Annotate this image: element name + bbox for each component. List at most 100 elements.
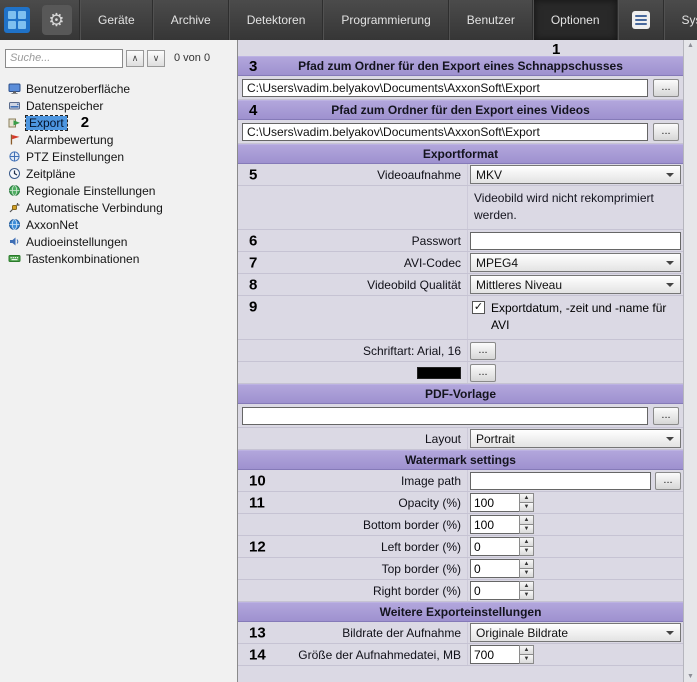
- top-menu-bar: ⚙ Geräte Archive Detektoren Programmieru…: [0, 0, 697, 40]
- spin-down-button[interactable]: ▼: [519, 591, 534, 600]
- snapshot-path-row: ...: [238, 76, 683, 100]
- sidebar-item-regionale-einstellungen[interactable]: Regionale Einstellungen: [0, 182, 237, 199]
- sidebar-item-datenspeicher[interactable]: Datenspeicher: [0, 97, 237, 114]
- right-border-input[interactable]: [470, 581, 519, 600]
- sidebar-item-ptz-einstellungen[interactable]: PTZ Einstellungen: [0, 148, 237, 165]
- sidebar-item-zeitplaene[interactable]: Zeitpläne: [0, 165, 237, 182]
- bildrate-row: 13 Bildrate der Aufnahme Originale Bildr…: [238, 622, 683, 644]
- settings-gear-button[interactable]: ⚙: [34, 0, 80, 40]
- tab-optionen[interactable]: Optionen: [533, 0, 618, 40]
- snapshot-path-input[interactable]: [242, 79, 648, 97]
- sidebar-item-label: PTZ Einstellungen: [26, 150, 124, 164]
- spin-down-button[interactable]: ▼: [519, 655, 534, 664]
- spin-down-button[interactable]: ▼: [519, 503, 534, 512]
- qualitaet-row: 8 Videobild Qualität Mittleres Niveau: [238, 274, 683, 296]
- search-input[interactable]: [5, 49, 123, 68]
- layout-row: Layout Portrait: [238, 428, 683, 450]
- connection-plug-icon: [8, 201, 21, 214]
- avi-codec-row: 7 AVI-Codec MPEG4: [238, 252, 683, 274]
- sidebar-item-audioeinstellungen[interactable]: Audioeinstellungen: [0, 233, 237, 250]
- ptz-crosshair-icon: [8, 150, 21, 163]
- options-tree: Benutzeroberfläche Datenspeicher Export …: [0, 80, 237, 267]
- alarm-flag-icon: [8, 133, 21, 146]
- layout-select[interactable]: Portrait: [470, 429, 681, 448]
- keyboard-icon: [8, 252, 21, 265]
- video-path-input[interactable]: [242, 123, 648, 141]
- app-logo-button[interactable]: [0, 0, 34, 40]
- avi-codec-select[interactable]: MPEG4: [470, 253, 681, 272]
- spin-up-button[interactable]: ▲: [519, 537, 534, 547]
- sidebar-item-automatische-verbindung[interactable]: Automatische Verbindung: [0, 199, 237, 216]
- chevron-down-icon: [666, 631, 674, 635]
- sidebar-item-export[interactable]: Export 2: [0, 114, 237, 131]
- tab-benutzer[interactable]: Benutzer: [449, 0, 533, 40]
- panel-layout-button[interactable]: [618, 0, 664, 40]
- tab-detektoren[interactable]: Detektoren: [229, 0, 324, 40]
- spin-up-button[interactable]: ▲: [519, 581, 534, 591]
- tab-archive[interactable]: Archive: [153, 0, 229, 40]
- search-next-button[interactable]: ∨: [147, 50, 165, 67]
- opacity-label: Opacity (%): [398, 496, 461, 510]
- section-header-label: Watermark settings: [405, 453, 516, 467]
- pdf-template-browse-button[interactable]: ...: [653, 407, 679, 425]
- section-header-snapshot-path: 3 Pfad zum Ordner für den Export eines S…: [238, 56, 683, 76]
- scroll-down-icon[interactable]: ▼: [687, 673, 694, 680]
- passwort-row: 6 Passwort: [238, 230, 683, 252]
- image-path-browse-button[interactable]: ...: [655, 472, 681, 490]
- sidebar-item-label: Regionale Einstellungen: [26, 184, 155, 198]
- chevron-down-icon: [666, 173, 674, 177]
- sidebar-item-tastenkombinationen[interactable]: Tastenkombinationen: [0, 250, 237, 267]
- bottom-border-input[interactable]: [470, 515, 519, 534]
- chevron-down-icon: [666, 437, 674, 441]
- bottom-border-row: Bottom border (%) ▲ ▼: [238, 514, 683, 536]
- section-header-label: Weitere Exporteinstellungen: [380, 605, 542, 619]
- pdf-template-input[interactable]: [242, 407, 648, 425]
- snapshot-path-browse-button[interactable]: ...: [653, 79, 679, 97]
- spin-up-button[interactable]: ▲: [519, 515, 534, 525]
- sidebar-item-label: Alarmbewertung: [26, 133, 113, 147]
- sidebar-item-axxonnet[interactable]: AxxonNet: [0, 216, 237, 233]
- annotation-5: 5: [249, 166, 257, 183]
- qualitaet-value: Mittleres Niveau: [476, 278, 562, 292]
- annotation-2: 2: [81, 114, 89, 131]
- annotation-8: 8: [249, 276, 257, 293]
- bildrate-label: Bildrate der Aufnahme: [342, 626, 461, 640]
- font-color-browse-button[interactable]: ...: [470, 364, 496, 382]
- spin-down-button[interactable]: ▼: [519, 525, 534, 534]
- right-border-spinner: ▲ ▼: [470, 581, 534, 600]
- spin-down-button[interactable]: ▼: [519, 547, 534, 556]
- search-prev-button[interactable]: ∧: [126, 50, 144, 67]
- export-icon: [8, 116, 21, 129]
- bildrate-select[interactable]: Originale Bildrate: [470, 623, 681, 642]
- left-border-label: Left border (%): [381, 540, 461, 554]
- scroll-up-icon[interactable]: ▲: [687, 42, 694, 49]
- tab-programmierung[interactable]: Programmierung: [323, 0, 448, 40]
- opacity-row: 11 Opacity (%) ▲ ▼: [238, 492, 683, 514]
- qualitaet-label: Videobild Qualität: [367, 278, 461, 292]
- exportdatum-checkbox[interactable]: ✓: [472, 301, 485, 314]
- sidebar-item-label: Zeitpläne: [26, 167, 75, 181]
- videoaufnahme-label: Videoaufnahme: [377, 168, 461, 182]
- spin-down-button[interactable]: ▼: [519, 569, 534, 578]
- spin-up-button[interactable]: ▲: [519, 493, 534, 503]
- tab-geraete[interactable]: Geräte: [80, 0, 153, 40]
- dateigroesse-row: 14 Größe der Aufnahmedatei, MB ▲ ▼: [238, 644, 683, 666]
- videoaufnahme-select[interactable]: MKV: [470, 165, 681, 184]
- image-path-input[interactable]: [470, 472, 651, 490]
- sidebar-item-label: Tastenkombinationen: [26, 252, 139, 266]
- spin-up-button[interactable]: ▲: [519, 645, 534, 655]
- top-border-input[interactable]: [470, 559, 519, 578]
- schriftart-browse-button[interactable]: ...: [470, 342, 496, 360]
- qualitaet-select[interactable]: Mittleres Niveau: [470, 275, 681, 294]
- sidebar-item-alarmbewertung[interactable]: Alarmbewertung: [0, 131, 237, 148]
- passwort-input[interactable]: [470, 232, 681, 250]
- video-path-browse-button[interactable]: ...: [653, 123, 679, 141]
- vertical-scrollbar[interactable]: ▲ ▼: [683, 40, 697, 682]
- tab-system[interactable]: Sys: [664, 0, 697, 40]
- spin-up-button[interactable]: ▲: [519, 559, 534, 569]
- opacity-input[interactable]: [470, 493, 519, 512]
- font-color-row: ...: [238, 362, 683, 384]
- sidebar-item-benutzeroberflaeche[interactable]: Benutzeroberfläche: [0, 80, 237, 97]
- left-border-input[interactable]: [470, 537, 519, 556]
- dateigroesse-input[interactable]: [470, 645, 519, 664]
